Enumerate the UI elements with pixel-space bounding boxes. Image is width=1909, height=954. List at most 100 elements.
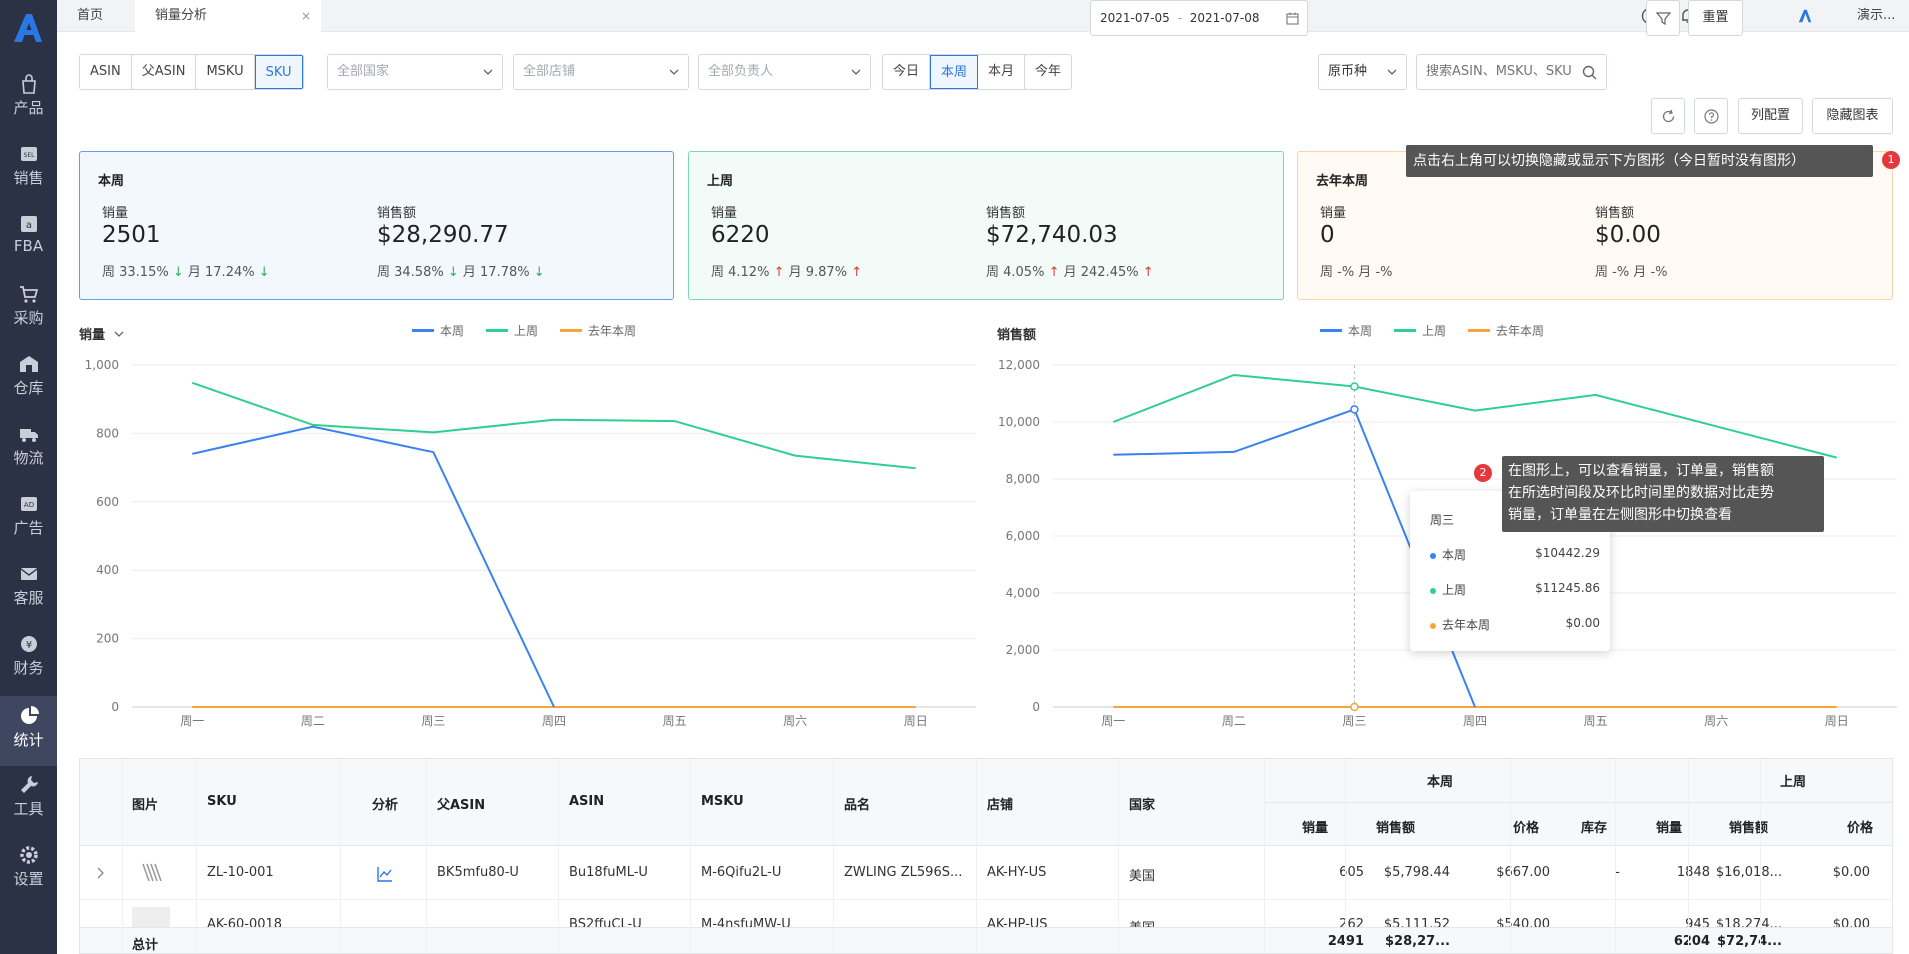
cart-icon [19,286,38,303]
country-select-value: 全部国家 [337,64,390,79]
currency-select-value: 原币种 [1328,64,1368,79]
refresh-button[interactable] [1651,98,1685,134]
sidebar-item[interactable]: ¥ 财务 [0,624,57,694]
tab-sales-analysis[interactable]: 销量分析 × [135,0,321,32]
summary-card: 本周 销量 2501 周 33.15% ↓ 月 17.24% ↓ 销售额 $28,290.… [79,151,674,300]
col-name: 品名 [844,798,871,813]
help-button[interactable] [1694,98,1728,134]
period-this-year[interactable]: 今年 [1025,55,1071,89]
card-amount-label: 销售额 [377,206,417,221]
svg-text:¥: ¥ [25,640,31,651]
column-divider [690,759,691,953]
sales-qty-chart[interactable]: 0 200 400 600 800 1,000 周一 周二 周三 周四 周五 周六 周日 [79,345,984,730]
pie-chart-icon [20,706,39,724]
card-qty-change: 周 4.12% ↑ 月 9.87% ↑ [711,261,862,280]
chevron-down-icon [1387,69,1397,75]
legend-item[interactable]: 本周 [1320,322,1372,339]
col-sku[interactable]: SKU [207,794,237,809]
sidebar-item-label: 设置 [13,870,44,888]
column-divider [1760,759,1761,953]
cell-asin[interactable]: Bu18fuML-U [569,865,648,880]
hover-point [1350,702,1359,712]
series-line [192,425,555,708]
cell-name: ZWLING ZL596S... [844,865,963,880]
legend-item[interactable]: 去年本周 [560,322,636,339]
col-last-qty-sortable[interactable]: 销量 [1656,817,1682,836]
card-qty-label: 销量 [711,206,738,221]
card-change-text: 周 4.05% ↑ 月 242.45% ↑ [986,265,1154,280]
bag-icon [21,74,36,94]
app-logo-icon[interactable] [10,10,46,46]
shop-select[interactable]: 全部店铺 [513,54,689,90]
id-type-sku[interactable]: SKU [254,55,303,89]
group-last-week: 上周 [1780,775,1807,790]
col-amount-sortable[interactable]: 销售额 [1376,817,1415,836]
card-amount-change: 周 -% 月 -% [1595,261,1667,280]
x-tick-label: 周日 [904,714,928,728]
id-type-parent-asin[interactable]: 父ASIN [132,55,197,89]
question-icon [1703,109,1719,124]
sidebar-item[interactable]: a FBA [0,204,57,274]
reset-button[interactable]: 重置 [1688,0,1743,36]
y-tick-label: 12,000 [998,358,1040,372]
legend-label: 去年本周 [1496,324,1545,338]
cell-parent-asin[interactable]: BK5mfu80-U [437,865,519,880]
expand-chevron-icon[interactable] [95,867,105,879]
legend-item[interactable]: 本周 [412,322,464,339]
owner-select[interactable]: 全部负责人 [698,54,871,90]
search-input[interactable] [1426,64,1576,79]
col-last-amount-sortable[interactable]: 销售额 [1729,817,1768,836]
sidebar-item-label: FBA [13,237,44,255]
tab-home[interactable]: 首页 [57,0,135,32]
sidebar-item[interactable]: 仓库 [0,344,57,414]
currency-select[interactable]: 原币种 [1318,54,1407,90]
cell-msku[interactable]: M-6Qifu2L-U [701,865,781,880]
sidebar-item[interactable]: 工具 [0,765,57,835]
col-parent-asin[interactable]: 父ASIN [437,794,485,813]
sidebar-item[interactable]: 统计 [0,696,57,766]
series-line [191,381,916,470]
search-box[interactable] [1416,54,1607,90]
legend-item[interactable]: 去年本周 [1468,322,1544,339]
tooltip-value: $10442.29 [1535,546,1600,560]
filter-button[interactable] [1646,0,1680,36]
total-amount: $28,27... [1385,934,1450,949]
id-type-msku[interactable]: MSKU [196,55,255,89]
card-amount-label: 销售额 [1595,206,1635,221]
user-name[interactable]: 演示... [1857,0,1895,32]
col-last-price: 价格 [1847,821,1874,836]
close-icon[interactable]: × [301,0,311,32]
x-tick-label: 周一 [1101,714,1125,728]
card-amount-change: 周 4.05% ↑ 月 242.45% ↑ [986,261,1154,280]
sidebar-item[interactable]: 采购 [0,274,57,344]
country-select[interactable]: 全部国家 [327,54,503,90]
user-avatar-icon[interactable] [1797,8,1813,24]
sidebar-item[interactable]: 物流 [0,414,57,484]
sidebar-item[interactable]: 客服 [0,554,57,624]
hint-tooltip-2: 在图形上，可以查看销量，订单量，销售额 在所选时间段及环比时间里的数据对比走势 … [1502,456,1824,532]
period-this-month[interactable]: 本月 [978,55,1026,89]
x-tick-label: 周二 [301,714,325,728]
column-config-button[interactable]: 列配置 [1738,98,1803,134]
sidebar-item[interactable]: SEL 销售 [0,134,57,204]
period-today[interactable]: 今日 [883,55,931,89]
id-type-asin[interactable]: ASIN [80,55,132,89]
hide-chart-button[interactable]: 隐藏图表 [1812,98,1893,134]
date-range-picker[interactable]: 2021-07-05 - 2021-07-08 [1090,0,1308,36]
card-amount-label: 销售额 [986,206,1026,221]
col-qty-sortable[interactable]: 销量 [1302,817,1328,836]
col-msku[interactable]: MSKU [701,794,744,809]
legend-item[interactable]: 上周 [486,322,538,339]
y-tick-label: 4,000 [1006,586,1040,600]
sidebar-item[interactable]: 产品 [0,64,57,134]
chart-left-metric-select[interactable]: 销量 [79,324,124,343]
sidebar-item-label: 客服 [13,589,44,607]
sidebar-item[interactable]: AD 广告 [0,484,57,554]
search-icon[interactable] [1582,65,1597,80]
sidebar-item[interactable]: 设置 [0,835,57,905]
trend-chart-icon[interactable] [377,866,393,882]
legend-item[interactable]: 上周 [1394,322,1446,339]
period-this-week[interactable]: 本周 [930,55,979,89]
chart-left-title: 销量 [79,328,106,343]
col-asin[interactable]: ASIN [569,794,604,809]
